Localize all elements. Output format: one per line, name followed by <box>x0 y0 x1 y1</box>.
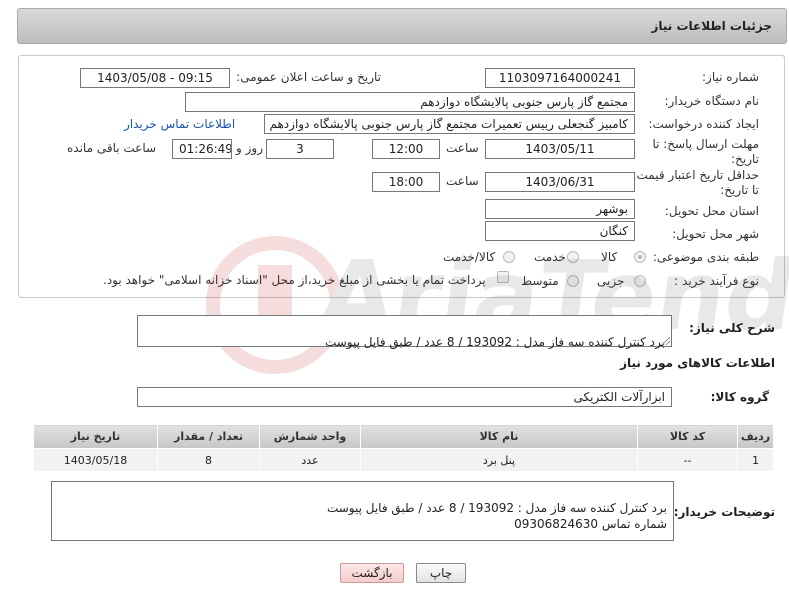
reply-deadline-date-field[interactable]: 1403/05/11 <box>485 139 635 159</box>
cell-row-number: 1 <box>737 448 774 472</box>
description-text: برد کنترل کننده سه فاز مدل : 193092 / 8 … <box>324 335 665 349</box>
resize-handle-icon[interactable] <box>662 337 670 345</box>
purchase-radio-medium[interactable] <box>567 275 579 287</box>
col-header-goods-name: نام کالا <box>360 424 638 449</box>
buyer-notes-text: برد کنترل کننده سه فاز مدل : 193092 / 8 … <box>326 501 667 531</box>
price-validity-time-field[interactable]: 18:00 <box>372 172 440 192</box>
description-textarea[interactable]: برد کنترل کننده سه فاز مدل : 193092 / 8 … <box>137 315 672 349</box>
treasury-payment-note: پرداخت تمام یا بخشی از مبلغ خرید،از محل … <box>103 273 486 287</box>
page-header: جزئیات اطلاعات نیاز <box>17 8 787 44</box>
goods-table-header-row: ردیف کد کالا نام کالا واحد شمارش تعداد /… <box>33 424 774 449</box>
reply-deadline-label: مهلت ارسال پاسخ: تا تاریخ: <box>652 137 759 166</box>
table-row[interactable]: 1 -- پنل برد عدد 8 1403/05/18 <box>33 448 774 472</box>
requester-field[interactable]: کامبیز گنجعلی رییس تعمیرات مجتمع گاز پار… <box>264 114 635 134</box>
goods-group-field[interactable]: ابزارآلات الکتریکی <box>137 387 672 407</box>
remaining-days-field[interactable]: 3 <box>266 139 334 159</box>
description-label: شرح کلی نیاز: <box>689 321 775 335</box>
need-number-label: شماره نیاز: <box>702 70 759 84</box>
cell-quantity: 8 <box>157 448 260 472</box>
buyer-notes-textarea[interactable]: برد کنترل کننده سه فاز مدل : 193092 / 8 … <box>51 481 674 541</box>
purchase-type-label: نوع فرآیند خرید : <box>674 274 759 288</box>
cell-goods-code: -- <box>637 448 738 472</box>
reply-deadline-time-field[interactable]: 12:00 <box>372 139 440 159</box>
purchase-option-medium: متوسط <box>521 274 559 288</box>
cell-goods-name: پنل برد <box>360 448 638 472</box>
price-validity-label: حداقل تاریخ اعتبار قیمت: تا تاریخ: <box>632 168 759 197</box>
remaining-time-field[interactable]: 01:26:49 <box>172 139 232 159</box>
city-label: شهر محل تحویل: <box>672 227 759 241</box>
cell-need-date: 1403/05/18 <box>33 448 158 472</box>
category-label: طبقه بندی موضوعی: <box>652 250 759 264</box>
reply-time-label: ساعت <box>446 141 479 155</box>
days-label: روز و <box>236 141 263 155</box>
need-number-field[interactable]: 1103097164000241 <box>485 68 635 88</box>
treasury-payment-checkbox[interactable] <box>497 271 509 283</box>
col-header-need-date: تاریخ نیاز <box>33 424 158 449</box>
col-header-row-number: ردیف <box>737 424 774 449</box>
price-validity-time-label: ساعت <box>446 174 479 188</box>
category-option-goods: کالا <box>601 250 618 264</box>
province-label: استان محل تحویل: <box>664 204 759 218</box>
buyer-org-label: نام دستگاه خریدار: <box>664 94 760 108</box>
category-option-service: خدمت <box>534 250 566 264</box>
back-button[interactable]: بازگشت <box>340 563 404 583</box>
announce-datetime-field[interactable]: 1403/05/08 - 09:15 <box>80 68 230 88</box>
requester-label: ایجاد کننده درخواست: <box>648 117 759 131</box>
goods-section-title: اطلاعات کالاهای مورد نیاز <box>620 356 775 370</box>
col-header-quantity: تعداد / مقدار <box>157 424 260 449</box>
city-field[interactable]: کنگان <box>485 221 635 241</box>
buyer-notes-label: توضیحات خریدار: <box>673 505 775 519</box>
category-radio-goods-service[interactable] <box>503 251 515 263</box>
province-field[interactable]: بوشهر <box>485 199 635 219</box>
buyer-org-field[interactable]: مجتمع گاز پارس جنوبی پالایشگاه دوازدهم <box>185 92 635 112</box>
price-validity-date-field[interactable]: 1403/06/31 <box>485 172 635 192</box>
remaining-time-label: ساعت باقی مانده <box>67 141 157 155</box>
category-option-goods-service: کالا/خدمت <box>443 250 496 264</box>
page-title: جزئیات اطلاعات نیاز <box>651 19 772 33</box>
announce-label: تاریخ و ساعت اعلان عمومی: <box>236 70 381 84</box>
col-header-goods-code: کد کالا <box>637 424 738 449</box>
col-header-unit: واحد شمارش <box>259 424 361 449</box>
goods-table: ردیف کد کالا نام کالا واحد شمارش تعداد /… <box>33 424 774 472</box>
purchase-option-minor: جزیی <box>597 274 625 288</box>
print-button[interactable]: چاپ <box>416 563 466 583</box>
goods-group-label: گروه کالا: <box>710 390 769 404</box>
buyer-contact-link[interactable]: اطلاعات تماس خریدار <box>124 117 235 131</box>
cell-unit: عدد <box>259 448 361 472</box>
category-radio-service[interactable] <box>567 251 579 263</box>
purchase-radio-minor[interactable] <box>634 275 646 287</box>
category-radio-goods[interactable] <box>634 251 646 263</box>
